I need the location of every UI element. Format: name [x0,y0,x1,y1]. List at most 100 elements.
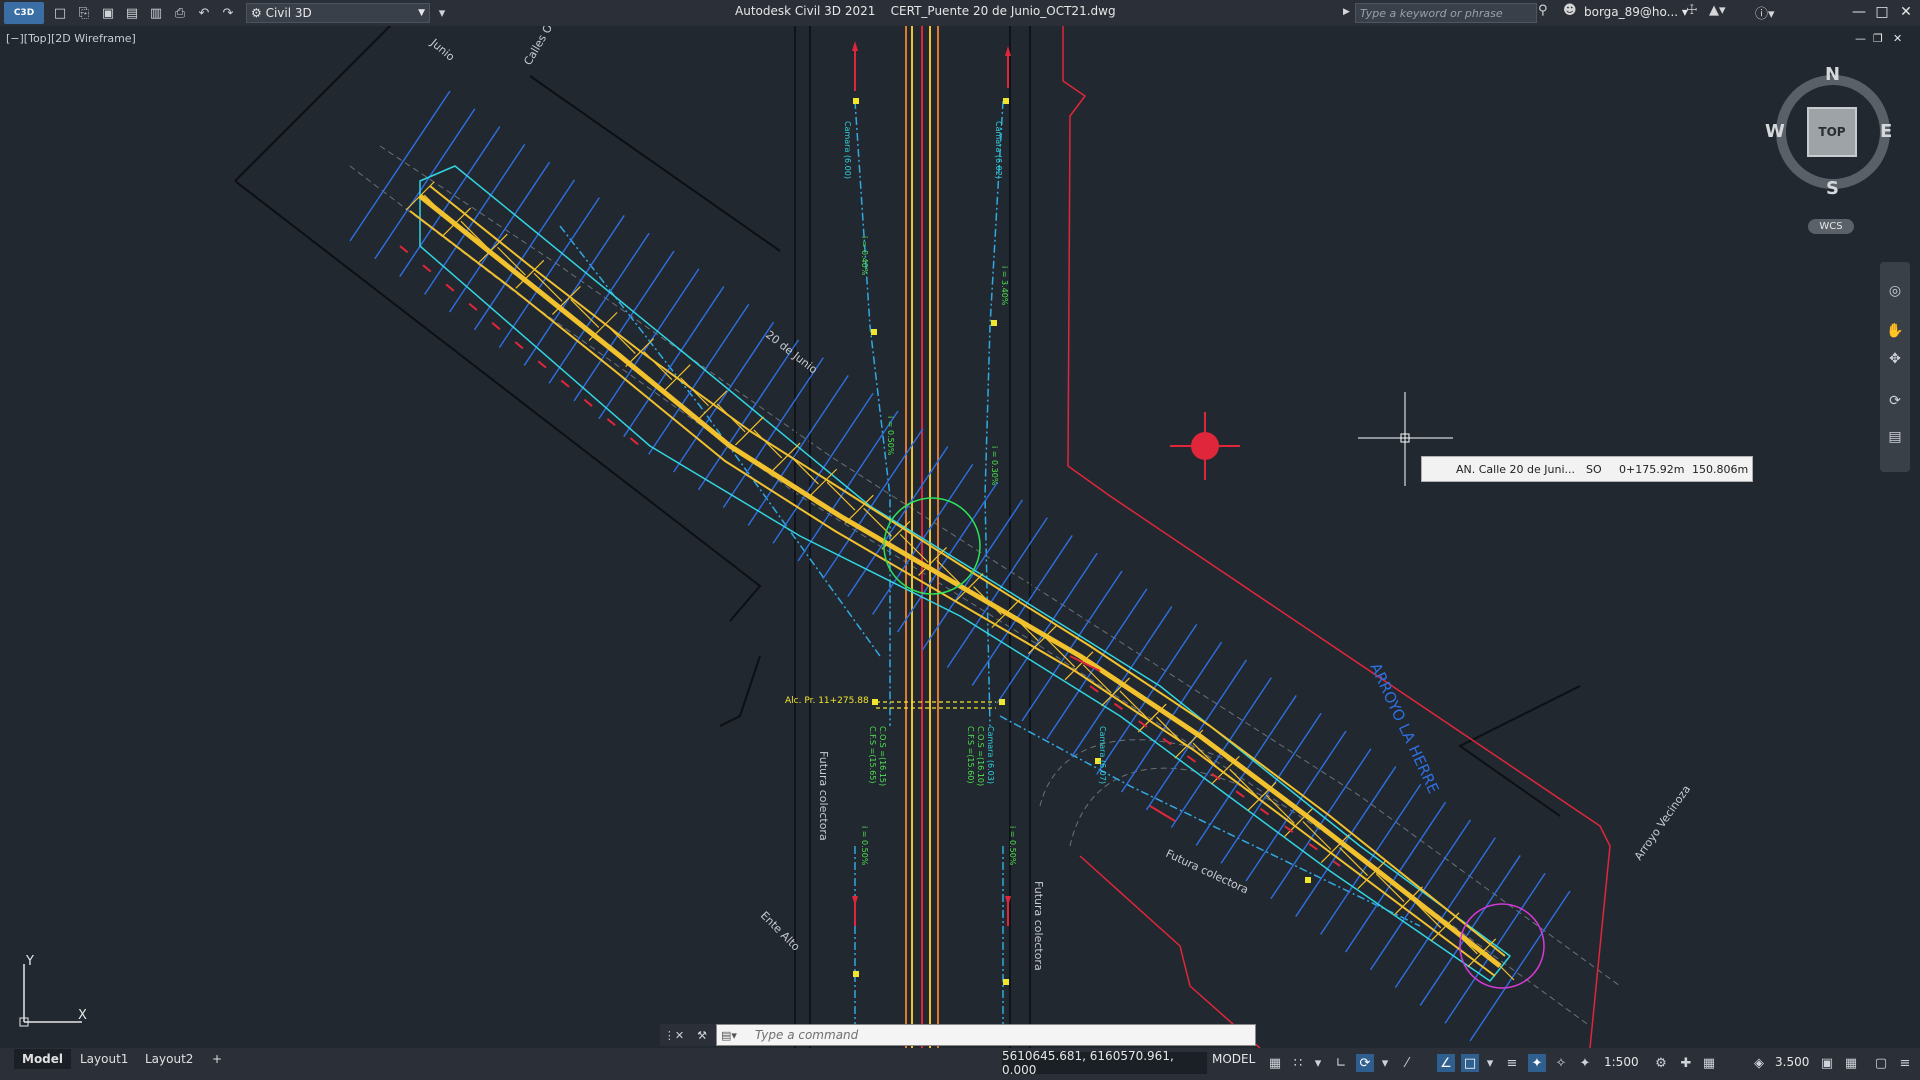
annotation-visibility-icon[interactable]: ✦ [1528,1054,1546,1072]
isometric-icon[interactable]: ⁄ [1398,1054,1416,1072]
hardware-acceleration-icon[interactable]: ▦ [1842,1054,1860,1072]
object-snap-tracking-icon[interactable]: ∠ [1437,1054,1455,1072]
wcs-menu[interactable]: WCS [1808,219,1854,234]
snap-icon[interactable]: ∷ [1289,1054,1307,1072]
viewcube-top-face[interactable]: TOP [1807,107,1857,157]
workspace-gear-icon[interactable]: ⚙ [1652,1054,1670,1072]
clean-screen-icon[interactable]: ▢ [1872,1054,1890,1072]
redo-icon[interactable]: ↷ [219,5,237,21]
add-layout-button[interactable]: + [204,1049,230,1069]
wcs-label: WCS [1819,221,1843,232]
maximize-button[interactable]: □ [1872,2,1892,22]
futura-colectora-label-1: Futura colectora [817,751,830,841]
tab-layout2[interactable]: Layout2 [137,1049,201,1069]
help-icon[interactable]: ⓘ▾ [1755,3,1775,22]
minimize-button[interactable]: — [1849,2,1869,22]
app-name: Autodesk Civil 3D 2021 [735,4,876,18]
grid-icon[interactable]: ▦ [1266,1054,1284,1072]
slope-label-5: i = 0.50% [860,826,869,866]
tooltip-alignment: AN. Calle 20 de Juni... [1456,462,1576,476]
zoom-extents-icon[interactable]: ✥ [1886,350,1904,368]
close-button[interactable]: ✕ [1896,2,1916,22]
stream-label: ARROYO LA HERRE [1366,660,1442,796]
file-name: CERT_Puente 20 de Junio_OCT21.dwg [890,4,1116,18]
compass-west[interactable]: W [1765,121,1785,142]
coordinates-readout[interactable]: 5610645.681, 6160570.961, 0.000 [1002,1049,1207,1077]
chevron-right-icon[interactable]: ▶ [1343,7,1350,17]
viewport-close-icon[interactable]: ✕ [1893,32,1902,45]
chevron-down-icon: ▼ [418,8,425,18]
snap-dropdown-icon[interactable]: ▾ [1309,1054,1327,1072]
search-icon[interactable]: ⚲ [1538,3,1548,18]
orbit-icon[interactable]: ⟳ [1886,392,1904,410]
user-name-label: borga_89@ho... [1584,5,1679,19]
viewport-controls-label[interactable]: [−][Top][2D Wireframe] [6,32,136,45]
slope-label-6: i = 0.50% [1008,826,1017,866]
search-input[interactable]: Type a keyword or phrase [1355,3,1537,23]
red-target-icon [1170,412,1240,480]
osnap-dropdown-icon[interactable]: ▾ [1481,1054,1499,1072]
drawing-canvas[interactable]: 20 de Junio Calles O. Junio Ente Alto Ar… [0,26,1920,1048]
camera-label-3: Camara (6.03) [986,726,995,784]
annotation-value[interactable]: 3.500 [1775,1055,1809,1069]
model-space-button[interactable]: MODEL [1212,1052,1255,1066]
futura-colectora-label-2: Futura colectora [1032,881,1045,971]
command-prompt-icon[interactable]: ▤▾ [721,1029,737,1042]
cart-icon[interactable]: ☩ [1686,3,1698,18]
auto-scale-icon[interactable]: ✧ [1552,1054,1570,1072]
undo-icon[interactable]: ↶ [195,5,213,21]
save-icon[interactable]: ▣ [99,5,117,21]
street-label-calles: Calles O. [521,26,556,68]
plot-icon[interactable]: ⎙ [171,5,189,21]
viewport-minimize-icon[interactable]: — [1855,32,1866,45]
annotation-monitor-icon[interactable]: ◈ [1750,1054,1768,1072]
status-customize-icon[interactable]: ≡ [1896,1054,1914,1072]
tooltip-station: 0+175.92m [1619,462,1685,476]
station-label: Alc. Pr. 11+275.88 [785,696,869,706]
quick-properties-icon[interactable]: ▦ [1700,1054,1718,1072]
object-snap-icon[interactable]: □ [1461,1054,1479,1072]
steering-wheel-icon[interactable]: ◎ [1886,282,1904,300]
new-file-icon[interactable]: □ [51,5,69,21]
annotation-scale-icon[interactable]: ✦ [1576,1054,1594,1072]
autodesk-a360-icon[interactable]: ▲▾ [1709,3,1726,18]
command-customize-icon[interactable]: ⚒ [688,1024,716,1046]
tooltip-offset-side: SO [1586,462,1602,476]
user-account[interactable]: borga_89@ho... ▾ [1584,5,1688,19]
polar-tracking-icon[interactable]: ⟳ [1356,1054,1374,1072]
window-title: Autodesk Civil 3D 2021 CERT_Puente 20 de… [735,4,1116,18]
save-as-icon[interactable]: ▤ [123,5,141,21]
web-mobile-icon[interactable]: ▥ [147,5,165,21]
workspace-dropdown[interactable]: ⚙ Civil 3D ▼ [246,3,430,23]
user-icon[interactable]: ☻ [1563,3,1577,18]
annotation-scale-value[interactable]: 1:500 [1604,1055,1639,1069]
slope-label-2: i = 3.40% [1000,266,1009,306]
cota-label-1: C.O.S =(16.15) [878,726,887,786]
cota-label-3: C.O.S =(16.10) [976,726,985,786]
app-badge-text: C3D [13,8,35,18]
command-input[interactable]: ▤▾ Type a command [716,1024,1256,1046]
ucs-x-label: X [78,1008,87,1023]
pan-icon[interactable]: ✋ [1886,322,1904,340]
cota-label-4: C.F.S =(15.60) [966,726,975,783]
viewport-restore-icon[interactable]: ❐ [1873,32,1883,45]
isolate-objects-icon[interactable]: ▣ [1818,1054,1836,1072]
command-close-icon[interactable]: ⋮✕ [660,1024,688,1046]
tab-model[interactable]: Model [14,1049,72,1069]
lineweight-icon[interactable]: ≡ [1503,1054,1521,1072]
ortho-icon[interactable]: ∟ [1332,1054,1350,1072]
tooltip-offset: 150.806m [1692,462,1749,476]
application-menu-button[interactable]: C3D [4,2,44,24]
polar-dropdown-icon[interactable]: ▾ [1376,1054,1394,1072]
search-placeholder: Type a keyword or phrase [1360,6,1503,20]
compass-east[interactable]: E [1880,121,1892,142]
units-icon[interactable]: ✚ [1677,1054,1695,1072]
alignment-station-tooltip: AN. Calle 20 de Juni... SO 0+175.92m 150… [1421,456,1753,482]
open-folder-icon[interactable]: ⎘ [75,5,93,21]
tab-layout1[interactable]: Layout1 [72,1049,136,1069]
compass-north[interactable]: N [1825,64,1840,85]
showmotion-icon[interactable]: ▤ [1886,428,1904,446]
ucs-y-label: Y [26,954,34,969]
compass-south[interactable]: S [1826,178,1839,199]
customize-qat-icon[interactable]: ▾ [433,5,451,21]
